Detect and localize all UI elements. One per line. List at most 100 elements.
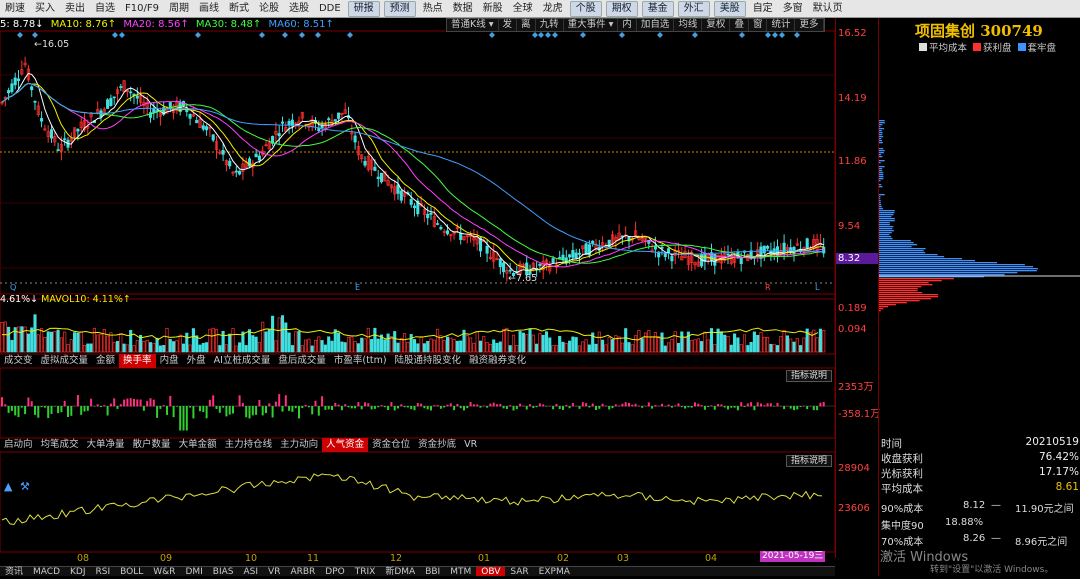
bottom-tab-7[interactable]: BIAS <box>208 567 239 577</box>
ktoolbar-item-2[interactable]: 离 <box>517 19 536 31</box>
ktoolbar-item-4[interactable]: 重大事件 ▾ <box>564 19 619 31</box>
candle-body <box>211 134 215 141</box>
toolbar-item-17[interactable]: 龙虎 <box>538 0 568 18</box>
tabs1-item-4[interactable]: 内盘 <box>156 354 183 368</box>
tabs1-item-6[interactable]: AI立桩成交量 <box>210 354 275 368</box>
toolbar-item-3[interactable]: 自选 <box>90 0 120 18</box>
ktoolbar-item-12[interactable]: 更多 <box>795 19 824 31</box>
tabs1-item-2[interactable]: 金额 <box>92 354 119 368</box>
tabs2-item-8[interactable]: 资金仓位 <box>368 438 414 452</box>
tabs1-item-7[interactable]: 盘后成交量 <box>274 354 330 368</box>
toolbar-item-0[interactable]: 刷速 <box>0 0 30 18</box>
toolbar-item-20[interactable]: 基金 <box>641 0 674 17</box>
ktoolbar-item-11[interactable]: 统计 <box>767 19 796 31</box>
tabs2-item-7[interactable]: 人气资金 <box>322 438 369 452</box>
bottom-tab-13[interactable]: 新DMA <box>380 567 420 577</box>
toolbar-item-18[interactable]: 个股 <box>569 0 602 17</box>
shirt-icon[interactable]: ▲ <box>4 480 16 493</box>
volume-bar <box>637 330 641 353</box>
bottom-tab-1[interactable]: MACD <box>28 567 65 577</box>
volume-bar <box>218 345 222 353</box>
tabs2-item-3[interactable]: 散户数量 <box>129 438 175 452</box>
toolbar-item-11[interactable]: 研报 <box>347 0 380 17</box>
toolbar-item-16[interactable]: 全球 <box>508 0 538 18</box>
ktoolbar-item-7[interactable]: 均线 <box>674 19 703 31</box>
toolbar-item-12[interactable]: 预测 <box>383 0 416 17</box>
tabs1-item-5[interactable]: 外盘 <box>183 354 210 368</box>
toolbar-item-4[interactable]: F10/F9 <box>120 0 164 18</box>
toolbar-item-15[interactable]: 新股 <box>478 0 508 18</box>
candle-body <box>63 138 67 141</box>
bottom-tab-9[interactable]: VR <box>263 567 285 577</box>
flow-bar <box>736 406 739 411</box>
toolbar-item-7[interactable]: 断式 <box>224 0 254 18</box>
toolbar-item-6[interactable]: 画线 <box>194 0 224 18</box>
bottom-tab-17[interactable]: SAR <box>505 567 533 577</box>
chart-area[interactable]: ←16.05 ←7.65 Q E R L 5: 8.78↓ MA10: 8.76↑ MA2… <box>0 18 836 576</box>
tabs2-item-9[interactable]: 资金抄底 <box>414 438 460 452</box>
chip-bar <box>879 250 924 252</box>
bottom-tab-15[interactable]: MTM <box>445 567 476 577</box>
bottom-tab-14[interactable]: BBI <box>420 567 445 577</box>
tabs1-item-3[interactable]: 换手率 <box>119 354 156 368</box>
tabs2-item-1[interactable]: 均笔成交 <box>37 438 83 452</box>
ktoolbar-item-9[interactable]: 叠 <box>730 19 749 31</box>
volume-bar <box>469 337 473 353</box>
candle-body <box>538 263 542 266</box>
toolbar-item-1[interactable]: 买入 <box>30 0 60 18</box>
volume-bar <box>346 336 351 353</box>
toolbar-item-13[interactable]: 热点 <box>418 0 448 18</box>
bottom-tab-10[interactable]: ARBR <box>285 567 320 577</box>
tabs2-item-4[interactable]: 大单金额 <box>175 438 221 452</box>
candle-body <box>396 184 400 194</box>
toolbar-item-24[interactable]: 多窗 <box>778 0 808 18</box>
toolbar-item-5[interactable]: 周期 <box>164 0 194 18</box>
candle-body <box>574 252 578 259</box>
tabs1-item-10[interactable]: 融资融券变化 <box>465 354 530 368</box>
toolbar-item-10[interactable]: DDE <box>314 0 346 18</box>
ktoolbar-item-5[interactable]: 内 <box>618 19 637 31</box>
ktoolbar-item-8[interactable]: 复权 <box>702 19 731 31</box>
tabs1-item-1[interactable]: 虚拟成交量 <box>37 354 93 368</box>
bottom-tab-3[interactable]: RSI <box>91 567 116 577</box>
toolbar-item-8[interactable]: 论股 <box>254 0 284 18</box>
tabs2-item-2[interactable]: 大单净量 <box>83 438 129 452</box>
ktoolbar-item-3[interactable]: 九转 <box>536 19 564 31</box>
wrench-icon[interactable]: ⚒ <box>20 480 32 493</box>
bottom-tab-0[interactable]: 资讯 <box>0 567 28 577</box>
bottom-tab-11[interactable]: DPO <box>320 567 349 577</box>
volume-bar <box>749 342 753 353</box>
toolbar-item-2[interactable]: 卖出 <box>60 0 90 18</box>
volume-bar <box>297 331 301 353</box>
toolbar-item-21[interactable]: 外汇 <box>677 0 710 17</box>
toolbar-item-22[interactable]: 美股 <box>713 0 746 17</box>
bottom-tab-8[interactable]: ASI <box>239 567 264 577</box>
toolbar-item-25[interactable]: 默认页 <box>808 0 848 18</box>
bottom-tab-5[interactable]: W&R <box>148 567 180 577</box>
tabs2-item-10[interactable]: VR <box>460 438 481 452</box>
tabs2-item-5[interactable]: 主力持仓线 <box>221 438 277 452</box>
bottom-tab-6[interactable]: DMI <box>180 567 207 577</box>
bottom-tab-18[interactable]: EXPMA <box>534 567 575 577</box>
indicator-explain-button[interactable]: 指标说明 <box>786 370 832 382</box>
toolbar-item-23[interactable]: 自定 <box>748 0 778 18</box>
flow-bar <box>608 406 611 410</box>
bottom-tab-2[interactable]: KDJ <box>65 567 91 577</box>
indicator-explain-button-2[interactable]: 指标说明 <box>786 455 832 467</box>
ktoolbar-item-6[interactable]: 加自选 <box>637 19 675 31</box>
tabs1-item-8[interactable]: 市盈率(ttm) <box>330 354 391 368</box>
tabs1-item-0[interactable]: 成交变 <box>0 354 37 368</box>
ktoolbar-item-1[interactable]: 发 <box>499 19 518 31</box>
toolbar-item-9[interactable]: 选股 <box>284 0 314 18</box>
volume-bar <box>152 342 156 353</box>
tabs2-item-0[interactable]: 启动向 <box>0 438 37 452</box>
toolbar-item-14[interactable]: 数据 <box>448 0 478 18</box>
toolbar-item-19[interactable]: 期权 <box>605 0 638 17</box>
bottom-tab-4[interactable]: BOLL <box>115 567 148 577</box>
bottom-tab-12[interactable]: TRIX <box>350 567 381 577</box>
tabs1-item-9[interactable]: 陆股通持股变化 <box>391 354 466 368</box>
ktoolbar-item-10[interactable]: 窗 <box>749 19 768 31</box>
ktoolbar-item-0[interactable]: 普通K线 ▾ <box>447 19 499 31</box>
tabs2-item-6[interactable]: 主力动向 <box>276 438 322 452</box>
bottom-tab-16[interactable]: OBV <box>476 567 506 577</box>
